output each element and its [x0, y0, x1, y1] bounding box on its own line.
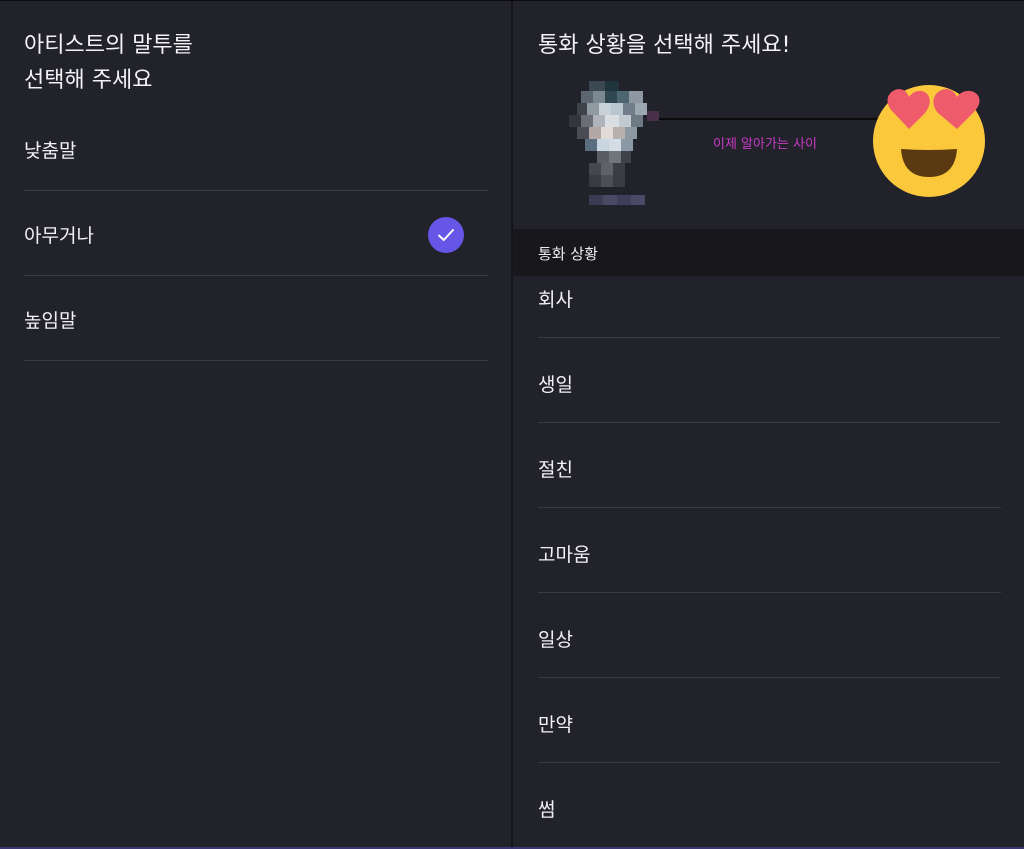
situation-option-what-if[interactable]: 만약	[538, 678, 1001, 763]
situation-option-best-friend[interactable]: 절친	[538, 423, 1001, 508]
situation-option-label: 절친	[538, 459, 573, 481]
situation-option-some[interactable]: 썸	[538, 763, 1001, 848]
tone-option-label: 낮춤말	[24, 140, 77, 162]
tone-selection-pane: 아티스트의 말투를 선택해 주세요 낮춤말 아무거나 높임말	[0, 1, 511, 849]
tone-option-any[interactable]: 아무거나	[24, 191, 488, 276]
app-screen: 아티스트의 말투를 선택해 주세요 낮춤말 아무거나 높임말 통화 상황을 선택…	[0, 0, 1024, 849]
situation-option-company[interactable]: 회사	[538, 253, 1001, 338]
situation-option-label: 생일	[538, 374, 573, 396]
tone-selection-title: 아티스트의 말투를 선택해 주세요	[24, 28, 193, 98]
tone-title-line-1: 아티스트의 말투를	[24, 33, 193, 58]
relationship-indicator: 이제 알아가는 사이	[513, 71, 1024, 229]
situation-selection-pane: 통화 상황을 선택해 주세요! 이제 알아가는 사이 통화 상황 회사 생일 절…	[513, 1, 1024, 849]
relationship-label: 이제 알아가는 사이	[713, 137, 817, 152]
heart-eyes-emoji-icon	[873, 85, 985, 197]
situation-option-label: 고마움	[538, 544, 591, 566]
situation-option-thanks[interactable]: 고마움	[538, 508, 1001, 593]
tone-option-label: 아무거나	[24, 225, 94, 247]
situation-option-label: 썸	[538, 799, 556, 821]
check-icon	[428, 217, 464, 253]
tone-option-label: 높임말	[24, 310, 77, 332]
tone-option-casual[interactable]: 낮춤말	[24, 106, 488, 191]
situation-option-label: 일상	[538, 629, 573, 651]
relationship-line	[659, 118, 879, 120]
tone-list: 낮춤말 아무거나 높임말	[24, 106, 488, 361]
situation-option-label: 만약	[538, 714, 573, 736]
situation-option-daily[interactable]: 일상	[538, 593, 1001, 678]
tone-title-line-2: 선택해 주세요	[24, 68, 153, 93]
situation-option-label: 회사	[538, 289, 573, 311]
tone-option-polite[interactable]: 높임말	[24, 276, 488, 361]
artist-avatar-pixelated	[569, 81, 659, 205]
situation-option-birthday[interactable]: 생일	[538, 338, 1001, 423]
situation-selection-title: 통화 상황을 선택해 주세요!	[538, 33, 791, 58]
situation-list: 회사 생일 절친 고마움 일상 만약 썸	[538, 253, 1001, 848]
